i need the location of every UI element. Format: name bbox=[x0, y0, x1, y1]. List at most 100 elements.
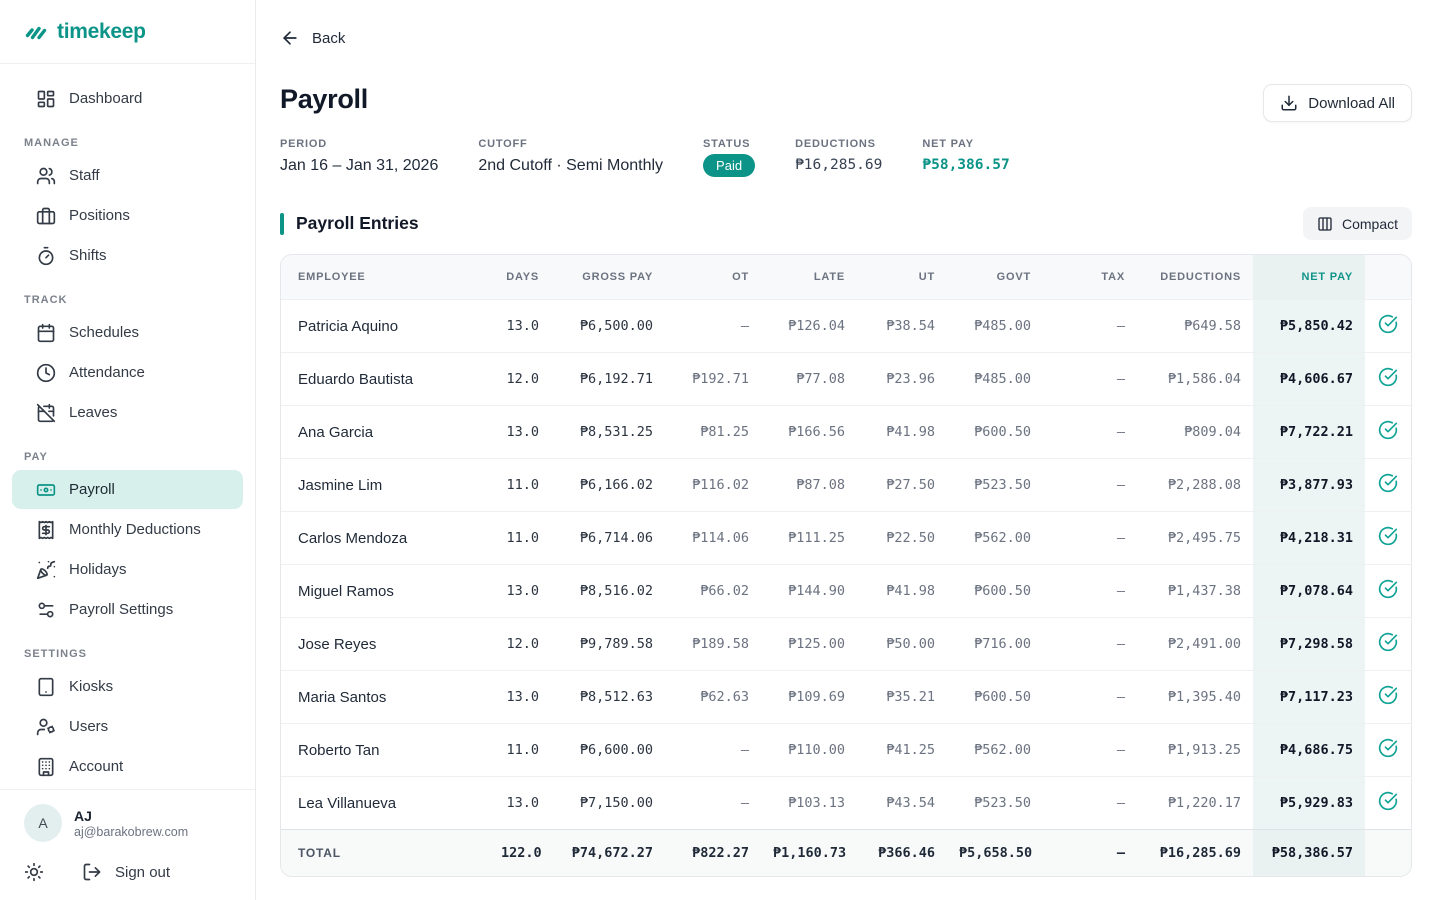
paid-check-icon[interactable] bbox=[1365, 777, 1411, 830]
cell-ot: — bbox=[665, 300, 761, 353]
sidebar-item-kiosks[interactable]: Kiosks bbox=[12, 667, 243, 706]
cell-gross: ₱6,500.00 bbox=[551, 300, 665, 353]
column-header-gross-pay: Gross Pay bbox=[551, 255, 665, 300]
sidebar-item-label: Shifts bbox=[69, 247, 107, 264]
sidebar-item-label: Users bbox=[69, 718, 108, 735]
cell-deductions: ₱1,220.17 bbox=[1137, 777, 1253, 830]
sidebar-item-shifts[interactable]: Shifts bbox=[12, 236, 243, 275]
paid-check-icon[interactable] bbox=[1365, 353, 1411, 406]
cell-ot: ₱114.06 bbox=[665, 512, 761, 565]
table-row[interactable]: Patricia Aquino13.0₱6,500.00—₱126.04₱38.… bbox=[281, 300, 1411, 353]
status-badge: Paid bbox=[703, 154, 755, 177]
paid-check-icon[interactable] bbox=[1365, 459, 1411, 512]
cell-days: 13.0 bbox=[489, 565, 551, 618]
paid-check-icon[interactable] bbox=[1365, 300, 1411, 353]
cell-tax: — bbox=[1043, 512, 1137, 565]
user-profile[interactable]: A AJ aj@barakobrew.com bbox=[24, 804, 231, 842]
cell-ut: ₱41.98 bbox=[857, 565, 947, 618]
cell-employee: Roberto Tan bbox=[281, 724, 489, 777]
cell-ut: ₱35.21 bbox=[857, 671, 947, 724]
column-header-net-pay: Net Pay bbox=[1253, 255, 1365, 300]
sidebar-item-monthly-deductions[interactable]: Monthly Deductions bbox=[12, 510, 243, 549]
cell-late: ₱103.13 bbox=[761, 777, 857, 830]
cell-ot: ₱189.58 bbox=[665, 618, 761, 671]
compact-label: Compact bbox=[1342, 216, 1398, 232]
table-row[interactable]: Lea Villanueva13.0₱7,150.00—₱103.13₱43.5… bbox=[281, 777, 1411, 830]
paid-check-icon[interactable] bbox=[1365, 671, 1411, 724]
cell-govt: ₱523.50 bbox=[947, 777, 1043, 830]
receipt-icon bbox=[36, 520, 56, 540]
sidebar-item-label: Attendance bbox=[69, 364, 145, 381]
banknote-icon bbox=[36, 480, 56, 500]
cell-gross: ₱8,512.63 bbox=[551, 671, 665, 724]
paid-check-icon[interactable] bbox=[1365, 512, 1411, 565]
cell-net: ₱5,929.83 bbox=[1253, 777, 1365, 830]
table-row[interactable]: Eduardo Bautista12.0₱6,192.71₱192.71₱77.… bbox=[281, 353, 1411, 406]
download-all-button[interactable]: Download All bbox=[1263, 84, 1412, 122]
cell-employee: Jasmine Lim bbox=[281, 459, 489, 512]
party-popper-icon bbox=[36, 560, 56, 580]
sidebar-item-payroll-settings[interactable]: Payroll Settings bbox=[12, 590, 243, 629]
paid-check-icon[interactable] bbox=[1365, 565, 1411, 618]
cell-ot: — bbox=[665, 724, 761, 777]
paid-check-icon[interactable] bbox=[1365, 618, 1411, 671]
paid-check-icon[interactable] bbox=[1365, 724, 1411, 777]
column-header-govt: Govt bbox=[947, 255, 1043, 300]
sidebar-item-schedules[interactable]: Schedules bbox=[12, 313, 243, 352]
sidebar-item-holidays[interactable]: Holidays bbox=[12, 550, 243, 589]
sidebar-item-attendance[interactable]: Attendance bbox=[12, 353, 243, 392]
sidebar-item-positions[interactable]: Positions bbox=[12, 196, 243, 235]
total-govt: ₱5,658.50 bbox=[947, 830, 1043, 876]
cell-tax: — bbox=[1043, 353, 1137, 406]
sidebar-item-leaves[interactable]: Leaves bbox=[12, 393, 243, 432]
compact-toggle-button[interactable]: Compact bbox=[1303, 207, 1412, 240]
column-header-days: Days bbox=[489, 255, 551, 300]
cell-tax: — bbox=[1043, 724, 1137, 777]
cell-employee: Eduardo Bautista bbox=[281, 353, 489, 406]
brand-logo: timekeep bbox=[0, 0, 255, 64]
sidebar-item-label: Account bbox=[69, 758, 123, 775]
sidebar-item-staff[interactable]: Staff bbox=[12, 156, 243, 195]
table-row[interactable]: Miguel Ramos13.0₱8,516.02₱66.02₱144.90₱4… bbox=[281, 565, 1411, 618]
total-ut: ₱366.46 bbox=[857, 830, 947, 876]
cell-ot: ₱192.71 bbox=[665, 353, 761, 406]
table-row[interactable]: Maria Santos13.0₱8,512.63₱62.63₱109.69₱3… bbox=[281, 671, 1411, 724]
meta-status: Status Paid bbox=[703, 138, 755, 177]
status-label: Status bbox=[703, 138, 755, 150]
back-button[interactable]: Back bbox=[280, 28, 370, 48]
cell-deductions: ₱1,913.25 bbox=[1137, 724, 1253, 777]
building-icon bbox=[36, 757, 56, 777]
user-cog-icon bbox=[36, 717, 56, 737]
sidebar-item-dashboard[interactable]: Dashboard bbox=[12, 79, 243, 118]
sidebar-item-users[interactable]: Users bbox=[12, 707, 243, 746]
table-row[interactable]: Carlos Mendoza11.0₱6,714.06₱114.06₱111.2… bbox=[281, 512, 1411, 565]
net-pay-label: Net Pay bbox=[922, 138, 1009, 150]
table-row[interactable]: Jose Reyes12.0₱9,789.58₱189.58₱125.00₱50… bbox=[281, 618, 1411, 671]
cell-govt: ₱485.00 bbox=[947, 300, 1043, 353]
theme-toggle-sun-icon[interactable] bbox=[24, 862, 44, 882]
payroll-entries-table: EmployeeDaysGross PayOTLateUTGovtTaxDedu… bbox=[281, 255, 1411, 876]
table-row[interactable]: Roberto Tan11.0₱6,600.00—₱110.00₱41.25₱5… bbox=[281, 724, 1411, 777]
briefcase-icon bbox=[36, 206, 56, 226]
column-header-deductions: Deductions bbox=[1137, 255, 1253, 300]
table-row[interactable]: Jasmine Lim11.0₱6,166.02₱116.02₱87.08₱27… bbox=[281, 459, 1411, 512]
sidebar-item-account[interactable]: Account bbox=[12, 747, 243, 786]
cell-deductions: ₱2,495.75 bbox=[1137, 512, 1253, 565]
cell-deductions: ₱2,288.08 bbox=[1137, 459, 1253, 512]
user-email: aj@barakobrew.com bbox=[74, 825, 188, 839]
section-accent-bar bbox=[280, 213, 284, 235]
cell-employee: Ana Garcia bbox=[281, 406, 489, 459]
period-value: Jan 16 – Jan 31, 2026 bbox=[280, 157, 438, 175]
sidebar-item-payroll[interactable]: Payroll bbox=[12, 470, 243, 509]
cell-ut: ₱38.54 bbox=[857, 300, 947, 353]
column-header-ot: OT bbox=[665, 255, 761, 300]
sign-out-button[interactable]: Sign out bbox=[82, 862, 170, 882]
paid-check-icon[interactable] bbox=[1365, 406, 1411, 459]
cell-net: ₱4,606.67 bbox=[1253, 353, 1365, 406]
total-gross: ₱74,672.27 bbox=[551, 830, 665, 876]
dashboard-icon bbox=[36, 89, 56, 109]
payroll-meta: Period Jan 16 – Jan 31, 2026 Cutoff 2nd … bbox=[280, 138, 1412, 177]
cell-deductions: ₱2,491.00 bbox=[1137, 618, 1253, 671]
table-row[interactable]: Ana Garcia13.0₱8,531.25₱81.25₱166.56₱41.… bbox=[281, 406, 1411, 459]
cell-tax: — bbox=[1043, 459, 1137, 512]
